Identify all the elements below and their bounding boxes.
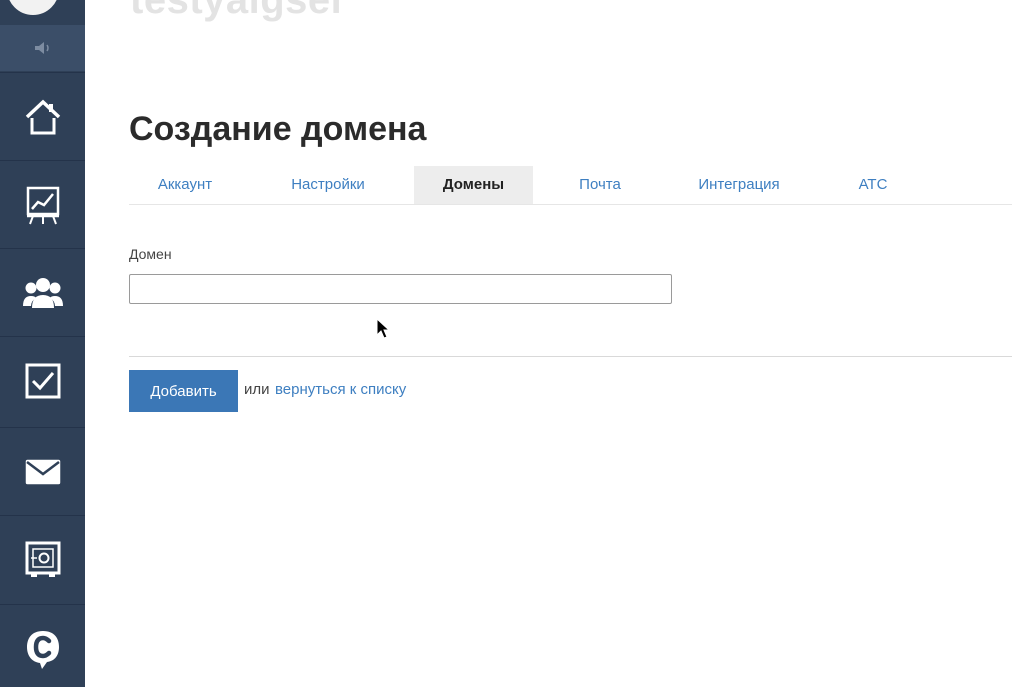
page-title: Создание домена	[129, 110, 427, 148]
sidebar-item-safe[interactable]	[0, 515, 85, 603]
sidebar-item-chat[interactable]	[0, 604, 85, 692]
sidebar-item-reports[interactable]	[0, 160, 85, 248]
form-divider	[129, 356, 1012, 357]
users-icon	[22, 277, 63, 308]
sound-icon	[34, 42, 49, 54]
safe-icon	[25, 541, 60, 577]
add-button[interactable]: Добавить	[129, 370, 238, 412]
app-name: testyalgsel	[130, 0, 343, 22]
sidebar-item-sound[interactable]	[0, 25, 85, 71]
tab-settings[interactable]: Настройки	[269, 166, 387, 204]
tab-domains[interactable]: Домены	[414, 166, 533, 204]
sidebar	[0, 0, 85, 687]
or-text: или	[244, 381, 270, 398]
back-to-list-link[interactable]: вернуться к списку	[275, 381, 406, 398]
tab-bar: Аккаунт Настройки Домены Почта Интеграци…	[129, 166, 1012, 205]
sidebar-item-home[interactable]	[0, 72, 85, 160]
domain-input[interactable]	[129, 274, 672, 304]
avatar[interactable]	[4, 0, 62, 18]
tab-integration[interactable]: Интеграция	[675, 166, 803, 204]
sidebar-item-contacts[interactable]	[0, 248, 85, 336]
checkbox-icon	[25, 363, 60, 398]
domain-label: Домен	[129, 246, 172, 262]
sidebar-item-mail[interactable]	[0, 427, 85, 515]
mouse-cursor-icon	[376, 318, 390, 339]
sidebar-item-tasks[interactable]	[0, 336, 85, 424]
chart-icon	[26, 186, 59, 224]
tab-account[interactable]: Аккаунт	[129, 166, 241, 204]
home-icon	[25, 99, 60, 134]
mail-icon	[25, 459, 60, 484]
tab-mail[interactable]: Почта	[559, 166, 641, 204]
tab-pbx[interactable]: АТС	[838, 166, 908, 204]
chat-c-icon	[26, 630, 59, 669]
